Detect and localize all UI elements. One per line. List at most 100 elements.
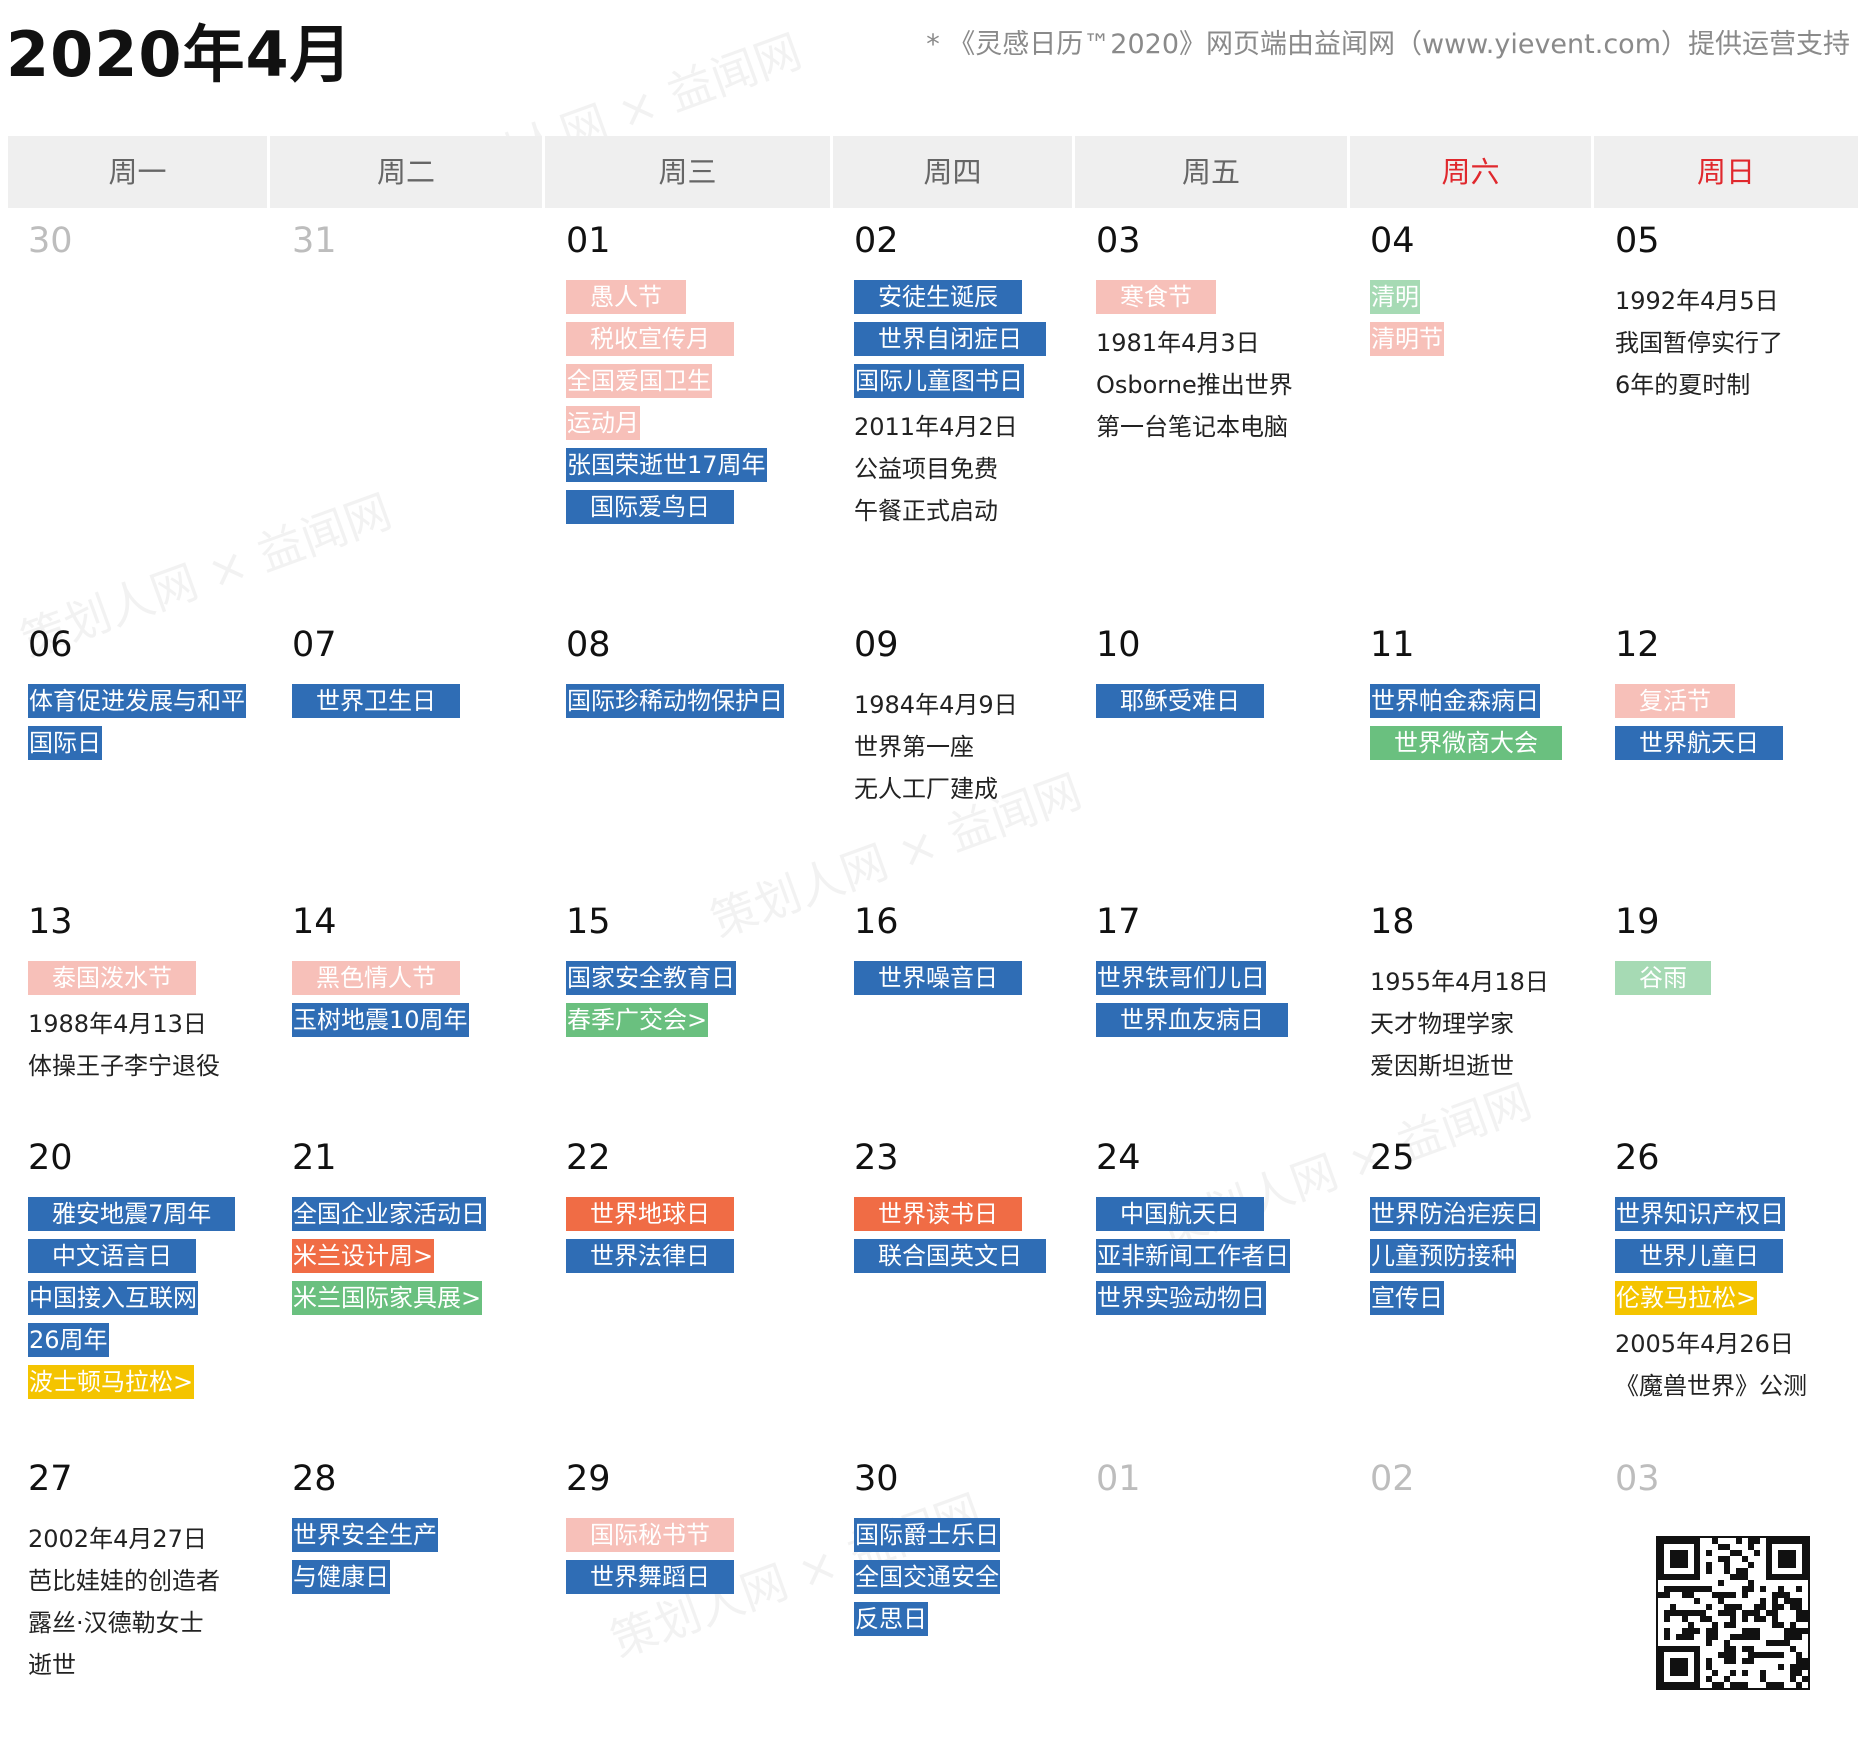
- calendar-day[interactable]: 14 黑色情人节 玉树地震10周年: [292, 905, 547, 1045]
- event-tag[interactable]: 清明: [1370, 280, 1420, 314]
- event-tag[interactable]: 世界知识产权日: [1615, 1197, 1785, 1231]
- event-tag[interactable]: 中国航天日: [1096, 1197, 1264, 1231]
- calendar-day[interactable]: 20 雅安地震7周年 中文语言日 中国接入互联网 26周年 波士顿马拉松>: [28, 1141, 270, 1407]
- event-tag[interactable]: 世界舞蹈日: [566, 1560, 734, 1594]
- event-tag[interactable]: 谷雨: [1615, 961, 1711, 995]
- calendar-day[interactable]: 02: [1370, 1462, 1594, 1506]
- calendar-day[interactable]: 26 世界知识产权日 世界儿童日 伦敦马拉松> 2005年4月26日 《魔兽世界》公测: [1615, 1141, 1862, 1407]
- calendar-day[interactable]: 06 体育促进发展与和平 国际日: [28, 628, 270, 768]
- event-tag[interactable]: 税收宣传月: [566, 322, 734, 356]
- calendar-day[interactable]: 03 寒食节 1981年4月3日 Osborne推出世界 第一台笔记本电脑: [1096, 224, 1351, 448]
- calendar-day[interactable]: 01: [1096, 1462, 1351, 1506]
- calendar-day[interactable]: 11 世界帕金森病日 世界微商大会: [1370, 628, 1594, 768]
- event-tag[interactable]: 世界卫生日: [292, 684, 460, 718]
- calendar-day[interactable]: 27 2002年4月27日 芭比娃娃的创造者 露丝·汉德勒女士 逝世: [28, 1462, 270, 1686]
- event-tag[interactable]: 亚非新闻工作者日: [1096, 1239, 1290, 1273]
- event-tag[interactable]: 世界微商大会: [1370, 726, 1562, 760]
- event-tag[interactable]: 26周年: [28, 1323, 109, 1357]
- event-tag[interactable]: 张国荣逝世17周年: [566, 448, 767, 482]
- event-tag[interactable]: 玉树地震10周年: [292, 1003, 469, 1037]
- calendar-day[interactable]: 22 世界地球日世界法律日: [566, 1141, 834, 1281]
- event-tag[interactable]: 中文语言日: [28, 1239, 196, 1273]
- calendar-day[interactable]: 09 1984年4月9日 世界第一座 无人工厂建成: [854, 628, 1076, 810]
- event-tag[interactable]: 全国爱国卫生: [566, 364, 712, 398]
- calendar-day[interactable]: 02 安徒生诞辰 世界自闭症日 国际儿童图书日 2011年4月2日 公益项目免费 午餐正式启…: [854, 224, 1076, 532]
- calendar-day[interactable]: 07 世界卫生日: [292, 628, 547, 726]
- event-tag[interactable]: 国际珍稀动物保护日: [566, 684, 784, 718]
- event-tag[interactable]: 世界航天日: [1615, 726, 1783, 760]
- event-tag[interactable]: 全国企业家活动日: [292, 1197, 486, 1231]
- event-tag[interactable]: 春季广交会>: [566, 1003, 709, 1037]
- calendar-day[interactable]: 29 国际秘书节 世界舞蹈日: [566, 1462, 834, 1602]
- event-tag[interactable]: 寒食节: [1096, 280, 1216, 314]
- event-tag[interactable]: 米兰国际家具展>: [292, 1281, 483, 1315]
- calendar-day[interactable]: 31: [292, 224, 547, 268]
- event-tag[interactable]: 全国交通安全: [854, 1560, 1000, 1594]
- calendar-day[interactable]: 17 世界铁哥们儿日 世界血友病日: [1096, 905, 1351, 1045]
- calendar-day[interactable]: 30 国际爵士乐日 全国交通安全 反思日: [854, 1462, 1076, 1644]
- history-note-line: 《魔兽世界》公测: [1615, 1372, 1807, 1400]
- event-tag[interactable]: 耶稣受难日: [1096, 684, 1264, 718]
- event-tag[interactable]: 愚人节: [566, 280, 686, 314]
- weekday-5: 周五: [1075, 136, 1350, 208]
- event-tag[interactable]: 世界噪音日: [854, 961, 1022, 995]
- event-tag[interactable]: 清明节: [1370, 322, 1444, 356]
- event-tag[interactable]: 宣传日: [1370, 1281, 1444, 1315]
- calendar-day[interactable]: 15 国家安全教育日 春季广交会>: [566, 905, 834, 1045]
- event-tag[interactable]: 国家安全教育日: [566, 961, 736, 995]
- event-tag[interactable]: 米兰设计周>: [292, 1239, 435, 1273]
- event-tag[interactable]: 运动月: [566, 406, 640, 440]
- event-tag[interactable]: 联合国英文日: [854, 1239, 1046, 1273]
- credit-text[interactable]: * 《灵感日历™2020》网页端由益闻网（www.yievent.com）提供运…: [926, 22, 1850, 61]
- event-tag[interactable]: 世界帕金森病日: [1370, 684, 1540, 718]
- event-tag[interactable]: 国际秘书节: [566, 1518, 734, 1552]
- calendar-day[interactable]: 16 世界噪音日: [854, 905, 1076, 1003]
- event-tag[interactable]: 世界法律日: [566, 1239, 734, 1273]
- calendar-day[interactable]: 25 世界防治疟疾日 儿童预防接种 宣传日: [1370, 1141, 1594, 1323]
- event-tag[interactable]: 世界儿童日: [1615, 1239, 1783, 1273]
- event-tag[interactable]: 安徒生诞辰: [854, 280, 1022, 314]
- event-tag[interactable]: 复活节: [1615, 684, 1735, 718]
- calendar-day[interactable]: 18 1955年4月18日 天才物理学家 爱因斯坦逝世: [1370, 905, 1594, 1087]
- event-tag[interactable]: 国际儿童图书日: [854, 364, 1024, 398]
- calendar-day[interactable]: 13 泰国泼水节 1988年4月13日 体操王子李宁退役: [28, 905, 270, 1087]
- event-tag[interactable]: 国际爵士乐日: [854, 1518, 1000, 1552]
- event-tag[interactable]: 世界实验动物日: [1096, 1281, 1266, 1315]
- qr-code-icon[interactable]: [1656, 1536, 1810, 1690]
- day-number: 30: [28, 221, 73, 261]
- event-tag[interactable]: 与健康日: [292, 1560, 390, 1594]
- event-tag[interactable]: 国际日: [28, 726, 102, 760]
- calendar-day[interactable]: 28 世界安全生产 与健康日: [292, 1462, 547, 1602]
- calendar-day[interactable]: 04 清明 清明节: [1370, 224, 1594, 364]
- event-tag[interactable]: 世界铁哥们儿日: [1096, 961, 1266, 995]
- event-tag[interactable]: 世界防治疟疾日: [1370, 1197, 1540, 1231]
- event-tag[interactable]: 世界血友病日: [1096, 1003, 1288, 1037]
- event-tag[interactable]: 泰国泼水节: [28, 961, 196, 995]
- calendar-day[interactable]: 01 愚人节 税收宣传月 全国爱国卫生 运动月 张国荣逝世17周年 国际爱鸟日: [566, 224, 834, 532]
- calendar-day[interactable]: 03: [1615, 1462, 1862, 1506]
- event-tag[interactable]: 雅安地震7周年: [28, 1197, 236, 1231]
- event-tag[interactable]: 黑色情人节: [292, 961, 460, 995]
- calendar-day[interactable]: 08 国际珍稀动物保护日: [566, 628, 834, 726]
- history-note-line: 体操王子李宁退役: [28, 1052, 220, 1080]
- event-tag[interactable]: 波士顿马拉松>: [28, 1365, 195, 1399]
- event-tag[interactable]: 世界地球日: [566, 1197, 734, 1231]
- event-tag[interactable]: 中国接入互联网: [28, 1281, 198, 1315]
- day-number: 22: [566, 1138, 611, 1178]
- calendar-day[interactable]: 10 耶稣受难日: [1096, 628, 1351, 726]
- event-tag[interactable]: 国际爱鸟日: [566, 490, 734, 524]
- calendar-day[interactable]: 24 中国航天日 亚非新闻工作者日 世界实验动物日: [1096, 1141, 1351, 1323]
- calendar-day[interactable]: 05 1992年4月5日 我国暂停实行了 6年的夏时制: [1615, 224, 1862, 406]
- event-tag[interactable]: 反思日: [854, 1602, 928, 1636]
- event-tag[interactable]: 世界安全生产: [292, 1518, 438, 1552]
- calendar-day[interactable]: 12 复活节 世界航天日: [1615, 628, 1862, 768]
- calendar-day[interactable]: 30: [28, 224, 270, 268]
- event-tag[interactable]: 世界读书日: [854, 1197, 1022, 1231]
- event-tag[interactable]: 儿童预防接种: [1370, 1239, 1516, 1273]
- calendar-day[interactable]: 21 全国企业家活动日 米兰设计周> 米兰国际家具展>: [292, 1141, 547, 1323]
- event-tag[interactable]: 体育促进发展与和平: [28, 684, 246, 718]
- event-tag[interactable]: 伦敦马拉松>: [1615, 1281, 1758, 1315]
- calendar-day[interactable]: 19 谷雨: [1615, 905, 1862, 1003]
- event-tag[interactable]: 世界自闭症日: [854, 322, 1046, 356]
- calendar-day[interactable]: 23 世界读书日 联合国英文日: [854, 1141, 1076, 1281]
